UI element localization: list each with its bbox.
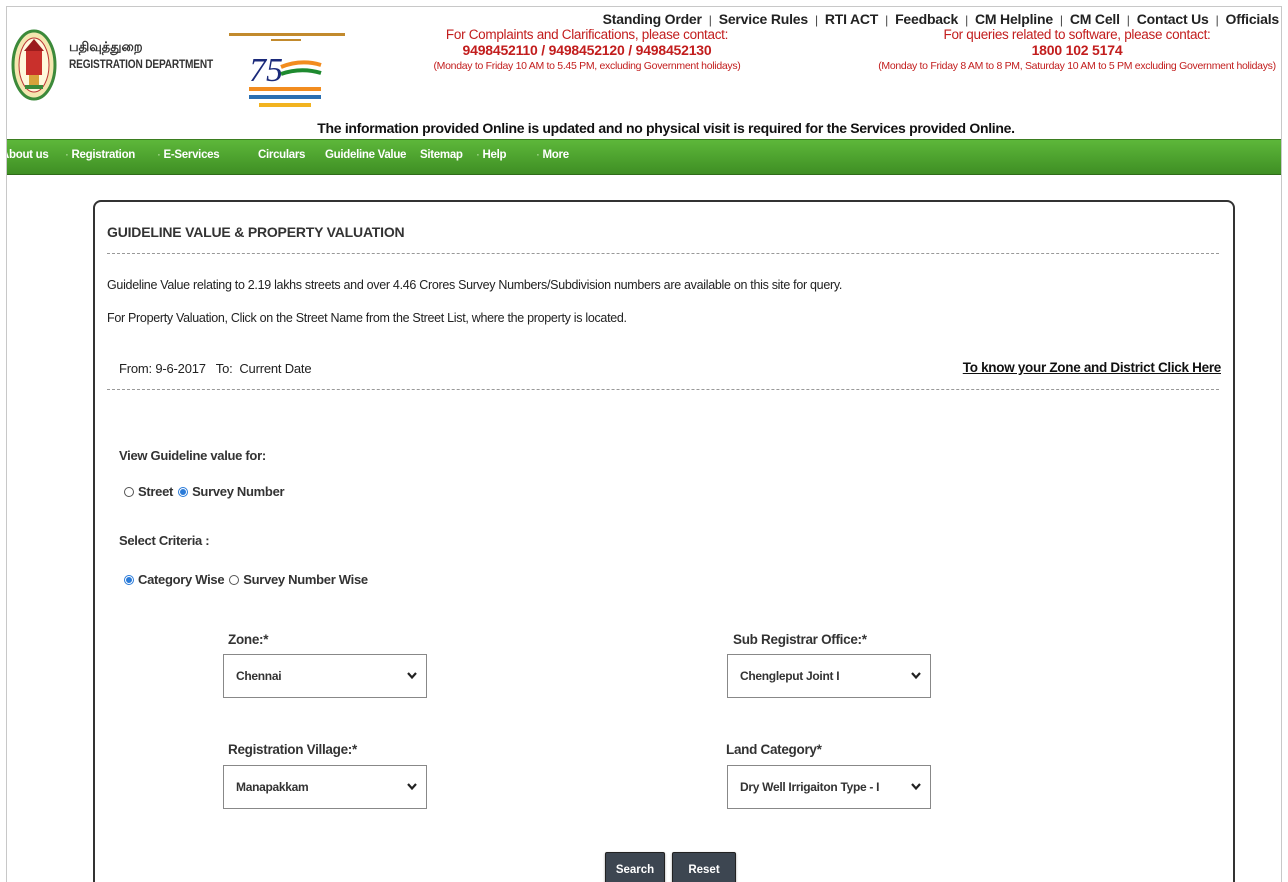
radio-option-street[interactable]: Street [124, 484, 173, 499]
select-criteria-label: Select Criteria : [119, 533, 210, 548]
radio-survey-number-wise[interactable] [229, 574, 240, 585]
top-link-cm-cell[interactable]: CM Cell [1070, 11, 1120, 27]
radio-category-wise[interactable] [124, 574, 134, 585]
nav-item-circulars[interactable]: Circulars [258, 149, 305, 161]
sro-label: Sub Registrar Office:* [733, 632, 867, 647]
radio-label: Survey Number Wise [243, 572, 368, 587]
software-heading: For queries related to software, please … [943, 27, 1211, 42]
land-category-label: Land Category* [726, 742, 822, 757]
sro-select[interactable]: Chengleput Joint I [727, 654, 931, 698]
nav-item-about-us[interactable]: About us [7, 149, 49, 161]
info-line: The information provided Online is updat… [7, 120, 1281, 136]
date-range: From: 9-6-2017 To: Current Date [119, 361, 312, 376]
radio-survey-number[interactable] [178, 486, 189, 497]
sro-select-value: Chengleput Joint I [740, 669, 840, 683]
page-frame: Standing Order | Service Rules | RTI ACT | Fee… [6, 6, 1282, 882]
chevron-down-icon [911, 672, 921, 680]
view-guideline-radio-group: Street Survey Number [124, 484, 289, 499]
nav-item-label: E-Services [163, 149, 220, 161]
chevron-down-icon [911, 783, 921, 791]
zone-label: Zone:* [228, 632, 269, 647]
search-button[interactable]: Search [605, 852, 665, 882]
software-phone: 1800 102 5174 [1031, 42, 1123, 58]
land-category-select-value: Dry Well Irrigaiton Type - I [740, 780, 880, 794]
main-nav: About us ·Registration ·E-Services Circu… [7, 139, 1281, 175]
dept-name-english: REGISTRATION DEPARTMENT [69, 59, 214, 71]
zone-select[interactable]: Chennai [223, 654, 427, 698]
svg-text:75: 75 [249, 52, 283, 89]
complaints-heading: For Complaints and Clarifications, pleas… [445, 27, 729, 42]
top-link-cm-helpline[interactable]: CM Helpline [975, 11, 1053, 27]
tamil-nadu-emblem-icon[interactable] [11, 27, 57, 103]
panel-title: GUIDELINE VALUE & PROPERTY VALUATION [107, 224, 405, 240]
nav-item-guideline-value[interactable]: Guideline Value [325, 149, 406, 161]
criteria-radio-group: Category Wise Survey Number Wise [124, 572, 373, 587]
radio-label: Survey Number [192, 484, 285, 499]
top-link-service-rules[interactable]: Service Rules [719, 11, 808, 27]
nav-item-label: Help [482, 149, 507, 161]
top-link-officials[interactable]: Officials [1226, 11, 1280, 27]
village-label: Registration Village:* [228, 742, 357, 757]
top-link-standing-order[interactable]: Standing Order [603, 11, 702, 27]
software-contact: For queries related to software, please … [877, 27, 1277, 72]
info-line-text: The information provided Online is updat… [317, 120, 1015, 136]
village-select-value: Manapakkam [236, 780, 309, 794]
radio-option-survey-number[interactable]: Survey Number [178, 484, 285, 499]
nav-item-e-services[interactable]: · E-Services [157, 149, 220, 161]
chevron-down-icon [407, 672, 417, 680]
radio-street[interactable] [124, 486, 134, 497]
nav-item-label: More [542, 149, 570, 161]
nav-item-help[interactable]: · Help [476, 149, 507, 161]
dept-name-tamil: பதிவுத்துறை [69, 39, 143, 54]
zone-select-value: Chennai [236, 669, 282, 683]
nav-item-sitemap[interactable]: Sitemap [420, 149, 463, 161]
nav-item-more[interactable]: · More [536, 149, 569, 161]
complaints-contact: For Complaints and Clarifications, pleas… [427, 27, 747, 72]
complaints-phones: 9498452110 / 9498452120 / 9498452130 [462, 42, 712, 58]
nav-item-label: Sitemap [420, 149, 463, 161]
radio-option-survey-number-wise[interactable]: Survey Number Wise [229, 572, 368, 587]
top-link-contact-us[interactable]: Contact Us [1137, 11, 1209, 27]
nav-item-label: Registration [71, 149, 136, 161]
info-paragraph-2: For Property Valuation, Click on the Str… [107, 311, 627, 325]
radio-label: Street [138, 484, 174, 499]
azadi-ka-amrit-mahotsav-logo-icon: 75 [229, 33, 345, 107]
nav-item-label: About us [7, 149, 49, 161]
village-select[interactable]: Manapakkam [223, 765, 427, 809]
complaints-hours: (Monday to Friday 10 AM to 5.45 PM, excl… [433, 60, 741, 72]
zone-district-link[interactable]: To know your Zone and District Click Her… [963, 360, 1222, 375]
top-links-bar: Standing Order | Service Rules | RTI ACT | Fee… [602, 11, 1280, 27]
divider [107, 253, 1219, 254]
info-paragraph-1: Guideline Value relating to 2.19 lakhs s… [107, 278, 843, 292]
divider [107, 389, 1219, 390]
top-link-feedback[interactable]: Feedback [895, 11, 958, 27]
radio-label: Category Wise [138, 572, 225, 587]
nav-item-registration[interactable]: · Registration [65, 149, 135, 161]
land-category-select[interactable]: Dry Well Irrigaiton Type - I [727, 765, 931, 809]
reset-button[interactable]: Reset [672, 852, 736, 882]
guideline-value-panel: GUIDELINE VALUE & PROPERTY VALUATION Gui… [93, 200, 1235, 882]
nav-item-label: Guideline Value [325, 149, 407, 161]
software-hours: (Monday to Friday 8 AM to 8 PM, Saturday… [878, 60, 1276, 72]
nav-item-label: Circulars [258, 149, 306, 161]
radio-option-category-wise[interactable]: Category Wise [124, 572, 225, 587]
view-guideline-label: View Guideline value for: [119, 448, 266, 463]
chevron-down-icon [407, 783, 417, 791]
top-link-rti-act[interactable]: RTI ACT [825, 11, 878, 27]
